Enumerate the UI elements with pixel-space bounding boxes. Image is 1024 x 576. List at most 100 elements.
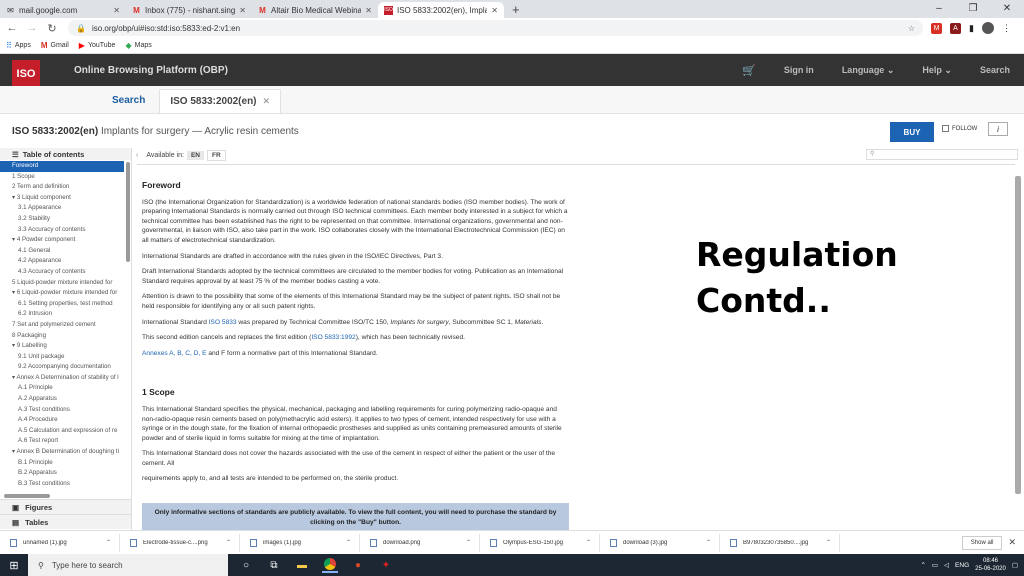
tab-close-icon[interactable]: ✕: [239, 6, 246, 15]
toc-item[interactable]: ▾ 6 Liquid-powder mixture intended for: [0, 288, 124, 299]
tab-document[interactable]: ISO 5833:2002(en) ✕: [159, 89, 282, 113]
help-menu[interactable]: Help ⌄: [922, 65, 952, 76]
network-icon[interactable]: ▭: [932, 561, 938, 569]
browser-tab[interactable]: ✉ mail.google.com ✕: [0, 2, 126, 18]
toc-item[interactable]: 3.3 Accuracy of contents: [0, 225, 124, 236]
close-icon[interactable]: ✕: [1008, 537, 1016, 548]
toc-item[interactable]: 4.2 Appearance: [0, 256, 124, 267]
windows-start-icon[interactable]: ⊞: [0, 559, 28, 572]
cortana-icon[interactable]: ○: [238, 557, 254, 573]
toc-scrollbar[interactable]: [126, 162, 130, 262]
signin-link[interactable]: Sign in: [784, 65, 814, 75]
toc-item[interactable]: A.2 Apparatus: [0, 394, 124, 405]
toc-item[interactable]: A.4 Procedure: [0, 415, 124, 426]
toc-item[interactable]: 2 Term and definition: [0, 182, 124, 193]
toc-item[interactable]: A.6 Test report: [0, 436, 124, 447]
iso-5833-link[interactable]: ISO 5833: [209, 319, 237, 326]
reload-icon[interactable]: ↻: [44, 22, 60, 35]
tab-close-icon[interactable]: ✕: [491, 6, 498, 15]
chrome-taskbar-button[interactable]: [322, 557, 338, 573]
extension-icon[interactable]: M: [931, 22, 942, 34]
cart-icon[interactable]: 🛒: [742, 64, 756, 77]
toc-item[interactable]: 1 Scope: [0, 172, 124, 183]
info-button[interactable]: i: [988, 122, 1008, 136]
acrobat-icon[interactable]: ✦: [378, 557, 394, 573]
close-icon[interactable]: ✕: [263, 96, 271, 107]
chevron-up-icon[interactable]: ⌃: [466, 539, 471, 546]
figures-section[interactable]: ▣ Figures: [0, 499, 131, 514]
toc-item[interactable]: B.3 Test conditions: [0, 479, 124, 490]
iso-5833-1992-link[interactable]: ISO 5833:1992: [311, 334, 355, 341]
chevron-up-icon[interactable]: ⌃: [826, 539, 831, 546]
chevron-up-icon[interactable]: ⌃: [920, 561, 925, 569]
toc-item[interactable]: 3.2 Stability: [0, 214, 124, 225]
lang-fr-button[interactable]: FR: [207, 149, 226, 161]
toc-item[interactable]: B.2 Apparatus: [0, 468, 124, 479]
language-menu[interactable]: Language ⌄: [842, 65, 895, 76]
task-view-icon[interactable]: ⧉: [266, 557, 282, 573]
avatar[interactable]: [981, 22, 994, 34]
toc-item[interactable]: 8 Packaging: [0, 331, 124, 342]
download-item[interactable]: images (1).jpg ⌃: [240, 533, 360, 552]
toc-header[interactable]: ☰ Table of contents: [0, 148, 131, 160]
download-item[interactable]: unnamed (1).jpg ⌃: [0, 533, 120, 552]
toc-item[interactable]: A.1 Principle: [0, 383, 124, 394]
notification-icon[interactable]: ▢: [1012, 561, 1018, 569]
toc-item[interactable]: ▾ 3 Liquid component: [0, 193, 124, 204]
star-icon[interactable]: ☆: [908, 24, 915, 33]
tab-search[interactable]: Search: [112, 95, 145, 113]
bookmark-maps[interactable]: ◆ Maps: [125, 41, 151, 50]
document-search-input[interactable]: ⚲: [866, 149, 1018, 160]
search-link[interactable]: Search: [980, 65, 1010, 75]
browser-tab-active[interactable]: ISO ISO 5833:2002(en), Implants for ✕: [378, 2, 504, 18]
download-item[interactable]: B97803230735850....jpg ⌃: [720, 533, 840, 552]
toc-item[interactable]: Foreword: [0, 161, 124, 172]
restore-icon[interactable]: ❐: [956, 0, 990, 18]
chevron-up-icon[interactable]: ⌃: [706, 539, 711, 546]
chevron-up-icon[interactable]: ⌃: [586, 539, 591, 546]
chevron-left-icon[interactable]: ‹: [136, 152, 138, 159]
minimize-icon[interactable]: –: [922, 0, 956, 18]
toc-item[interactable]: ▾ Annex A Determination of stability of …: [0, 373, 124, 384]
toc-item[interactable]: 9.1 Unit package: [0, 352, 124, 363]
toc-item[interactable]: 6.2 Intrusion: [0, 309, 124, 320]
download-item[interactable]: download (3).jpg ⌃: [600, 533, 720, 552]
new-tab-button[interactable]: +: [504, 2, 528, 18]
show-all-button[interactable]: Show all: [961, 535, 1003, 550]
tab-close-icon[interactable]: ✕: [113, 6, 120, 15]
toc-item[interactable]: 4.3 Accuracy of contents: [0, 267, 124, 278]
toc-item[interactable]: A.5 Calculation and expression of re: [0, 426, 124, 437]
toc-item[interactable]: A.3 Test conditions: [0, 405, 124, 416]
download-item[interactable]: download.png ⌃: [360, 533, 480, 552]
chevron-up-icon[interactable]: ⌃: [346, 539, 351, 546]
file-explorer-icon[interactable]: ▬: [294, 557, 310, 573]
toc-item[interactable]: 5 Liquid-powder mixture intended for: [0, 278, 124, 289]
volume-icon[interactable]: ◁: [944, 561, 949, 569]
lang-en-button[interactable]: EN: [186, 150, 204, 160]
chevron-up-icon[interactable]: ⌃: [226, 539, 231, 546]
iso-logo[interactable]: ISO: [12, 60, 40, 88]
bookmark-gmail[interactable]: M Gmail: [41, 41, 69, 50]
toc-item[interactable]: ▾ Annex B Determination of doughing ti: [0, 447, 124, 458]
tab-close-icon[interactable]: ✕: [365, 6, 372, 15]
follow-checkbox[interactable]: [942, 125, 949, 132]
back-icon[interactable]: ←: [4, 22, 20, 34]
content-scrollbar[interactable]: [1015, 176, 1021, 494]
browser-tab[interactable]: M Inbox (775) - nishant.singh.bme ✕: [126, 2, 252, 18]
acrobat-icon[interactable]: A: [950, 22, 961, 34]
annexes-link[interactable]: Annexes A, B, C, D, E: [142, 350, 207, 357]
taskbar-search-input[interactable]: ⚲ Type here to search: [28, 554, 228, 576]
chevron-up-icon[interactable]: ⌃: [106, 539, 111, 546]
toc-item[interactable]: 9.2 Accompanying documentation: [0, 362, 124, 373]
language-indicator[interactable]: ENG: [955, 562, 969, 569]
clock[interactable]: 08:46 25-06-2020: [975, 557, 1006, 573]
toc-item[interactable]: 4.1 General: [0, 246, 124, 257]
toc-horizontal-scrollbar[interactable]: [4, 494, 50, 498]
powerpoint-icon[interactable]: ●: [350, 557, 366, 573]
url-input[interactable]: 🔒 iso.org/obp/ui#iso:std:iso:5833:ed-2:v…: [68, 20, 923, 36]
toc-item[interactable]: B.1 Principle: [0, 458, 124, 469]
extensions-icon[interactable]: ▮: [969, 23, 974, 34]
toc-item[interactable]: 3.1 Appearance: [0, 203, 124, 214]
tables-section[interactable]: ▤ Tables: [0, 514, 131, 529]
follow-toggle[interactable]: FOLLOW: [942, 125, 977, 132]
